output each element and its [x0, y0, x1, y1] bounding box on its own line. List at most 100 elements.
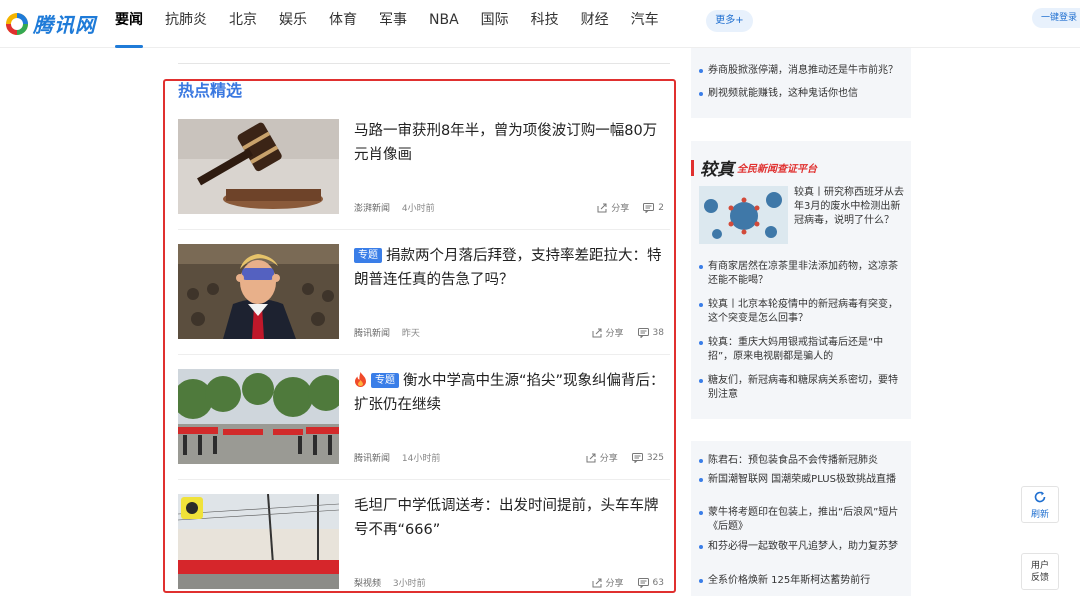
article-meta: 梨视频 3小时前: [354, 576, 426, 589]
nav-item-beijing[interactable]: 北京: [229, 0, 257, 48]
tencent-logo-icon: [5, 12, 29, 36]
nav-item-military[interactable]: 军事: [379, 0, 407, 48]
article-meta: 澎湃新闻 4小时前: [354, 201, 435, 214]
comments-button[interactable]: 2: [643, 202, 664, 213]
jiaozhen-header: 较真 全民新闻查证平台: [691, 155, 817, 180]
jiaozhen-item[interactable]: 有商家居然在凉茶里非法添加药物，这凉茶还能不能喝？: [699, 260, 904, 288]
jiaozhen-item[interactable]: 较真：重庆大妈用银戒指试毒后还是“中招”，原来电视剧都是骗人的: [699, 336, 904, 364]
jiaozhen-subtitle: 全民新闻查证平台: [737, 164, 817, 175]
article-source[interactable]: 梨视频: [354, 579, 381, 589]
jiaozhen-thumbnail-virus[interactable]: [699, 186, 788, 244]
topic-tag: 专题: [371, 373, 399, 388]
channel-nav: 要闻 抗肺炎 北京 娱乐 体育 军事 NBA 国际 科技 财经 汽车: [115, 0, 681, 48]
share-button[interactable]: 分享: [597, 201, 629, 214]
article-title[interactable]: 马路一审获刑8年半，曾为项俊波订购一幅80万元肖像画: [354, 119, 666, 167]
article-time: 昨天: [401, 329, 420, 339]
article-title-text[interactable]: 衡水中学高中生源“掐尖”现象纠偏背后：扩张仍在继续: [354, 373, 665, 413]
one-click-login-button[interactable]: 一键登录: [1032, 8, 1080, 28]
article-separator: [178, 354, 670, 355]
article-title[interactable]: 毛坦厂中学低调送考：出发时间提前，头车车牌号不再“666”: [354, 494, 666, 542]
feedback-label-line1: 用户: [1030, 561, 1049, 571]
sidebar-top-box: [691, 48, 911, 118]
article-source[interactable]: 腾讯新闻: [354, 454, 390, 464]
jiaozhen-accent-bar: [691, 159, 694, 176]
nav-item-entertainment[interactable]: 娱乐: [279, 0, 307, 48]
comment-count: 2: [658, 202, 664, 213]
section-divider: [178, 63, 670, 64]
nav-item-news[interactable]: 要闻: [115, 0, 143, 48]
more-channels-button[interactable]: 更多+: [706, 10, 753, 32]
comments-button[interactable]: 38: [637, 327, 664, 338]
nav-item-nba[interactable]: NBA: [429, 0, 459, 48]
nav-item-finance[interactable]: 财经: [581, 0, 609, 48]
comment-icon: [637, 327, 649, 338]
logo-text: 腾讯网: [33, 13, 96, 37]
comment-icon: [643, 202, 655, 213]
comment-count: 325: [646, 452, 664, 463]
sidebar-news-item[interactable]: 新国潮智联网 国潮荣威PLUS极致挑战直播: [699, 473, 904, 487]
share-icon: [592, 578, 602, 587]
refresh-icon: [1034, 491, 1046, 503]
nav-item-tech[interactable]: 科技: [531, 0, 559, 48]
tencent-logo[interactable]: 腾讯网: [5, 9, 96, 38]
article-item[interactable]: 毛坦厂中学低调送考：出发时间提前，头车车牌号不再“666” 梨视频 3小时前 分…: [178, 494, 664, 590]
article-thumbnail-street[interactable]: [178, 494, 339, 589]
fire-hot-icon: [355, 372, 366, 387]
share-button[interactable]: 分享: [592, 326, 624, 339]
article-title[interactable]: 专题 衡水中学高中生源“掐尖”现象纠偏背后：扩张仍在继续: [354, 369, 666, 417]
article-item[interactable]: 专题 衡水中学高中生源“掐尖”现象纠偏背后：扩张仍在继续 腾讯新闻 14小时前 分…: [178, 369, 666, 465]
share-icon: [586, 453, 596, 462]
feedback-button[interactable]: 用户 反馈: [1021, 553, 1059, 590]
jiaozhen-feature-title[interactable]: 较真丨研究称西班牙从去年3月的废水中检测出新冠病毒，说明了什么？: [794, 186, 906, 228]
article-item[interactable]: 马路一审获刑8年半，曾为项俊波订购一幅80万元肖像画 澎湃新闻 4小时前 分享 …: [178, 119, 664, 215]
comments-button[interactable]: 63: [637, 577, 664, 588]
sidebar-news-item[interactable]: 和芬必得一起致敬平凡追梦人，助力复苏梦: [699, 540, 904, 554]
comments-button[interactable]: 325: [631, 452, 664, 463]
article-time: 4小时前: [401, 204, 435, 214]
article-time: 14小时前: [401, 454, 441, 464]
nav-item-sports[interactable]: 体育: [329, 0, 357, 48]
sidebar-news-item[interactable]: 刷视频就能赚钱，这种鬼话你也信: [699, 87, 904, 101]
share-label: 分享: [611, 204, 630, 214]
article-source[interactable]: 澎湃新闻: [354, 204, 390, 214]
article-thumbnail-school[interactable]: [178, 369, 339, 464]
nav-item-international[interactable]: 国际: [481, 0, 509, 48]
article-thumbnail-gavel[interactable]: [178, 119, 339, 214]
jiaozhen-item[interactable]: 糖友们，新冠病毒和糖尿病关系密切，要特别注意: [699, 374, 904, 402]
article-actions: 分享 38: [592, 326, 664, 339]
top-navigation-bar: 腾讯网 要闻 抗肺炎 北京 娱乐 体育 军事 NBA 国际 科技 财经 汽车 更…: [0, 0, 1080, 48]
jiaozhen-feature[interactable]: 较真丨研究称西班牙从去年3月的废水中检测出新冠病毒，说明了什么？: [699, 186, 904, 246]
article-item[interactable]: 专题 捐款两个月落后拜登，支持率差距拉大：特朗普连任真的告急了吗？ 腾讯新闻 昨天…: [178, 244, 664, 340]
sidebar-news-item[interactable]: 蒙牛将考题印在包装上，推出“后浪风”短片《后题》: [699, 506, 904, 534]
refresh-label: 刷新: [1030, 510, 1049, 520]
section-title: 热点精选: [178, 81, 243, 100]
nav-item-auto[interactable]: 汽车: [631, 0, 659, 48]
nav-item-pneumonia[interactable]: 抗肺炎: [165, 0, 207, 48]
share-label: 分享: [605, 329, 624, 339]
sidebar-news-item[interactable]: 券商股掀涨停潮，消息推动还是牛市前兆？: [699, 64, 904, 78]
topic-tag: 专题: [354, 248, 382, 263]
share-label: 分享: [599, 454, 618, 464]
comment-icon: [637, 577, 649, 588]
jiaozhen-title[interactable]: 较真: [700, 155, 734, 180]
share-button[interactable]: 分享: [586, 451, 618, 464]
article-title-text[interactable]: 捐款两个月落后拜登，支持率差距拉大：特朗普连任真的告急了吗？: [354, 248, 662, 288]
share-button[interactable]: 分享: [592, 576, 624, 589]
share-icon: [592, 328, 602, 337]
article-separator: [178, 479, 670, 480]
article-source[interactable]: 腾讯新闻: [354, 329, 390, 339]
refresh-button[interactable]: 刷新: [1021, 486, 1059, 523]
article-title[interactable]: 专题 捐款两个月落后拜登，支持率差距拉大：特朗普连任真的告急了吗？: [354, 244, 666, 292]
article-actions: 分享 2: [597, 201, 664, 214]
sidebar-news-item[interactable]: 全系价格焕新 125年斯柯达蓄势前行: [699, 574, 904, 588]
jiaozhen-item[interactable]: 较真丨北京本轮疫情中的新冠病毒有突变，这个突变是怎么回事？: [699, 298, 904, 326]
article-actions: 分享 63: [592, 576, 664, 589]
article-thumbnail-trump[interactable]: [178, 244, 339, 339]
article-time: 3小时前: [392, 579, 426, 589]
article-meta: 腾讯新闻 昨天: [354, 326, 420, 339]
comment-icon: [631, 452, 643, 463]
article-separator: [178, 229, 670, 230]
comment-count: 38: [652, 327, 664, 338]
feedback-label-line2: 反馈: [1030, 573, 1049, 583]
sidebar-news-item[interactable]: 陈君石：预包装食品不会传播新冠肺炎: [699, 454, 904, 468]
